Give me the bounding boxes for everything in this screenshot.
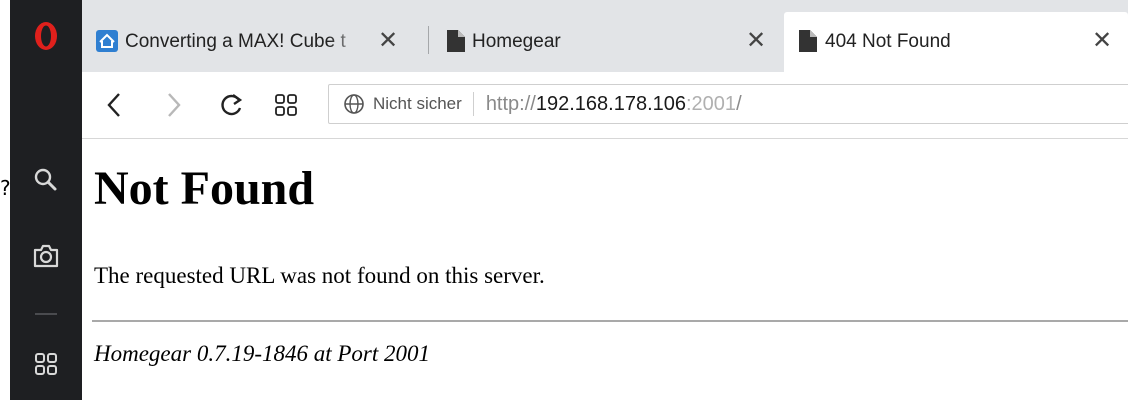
close-tab-icon[interactable]: ✕: [378, 26, 398, 54]
tabs-overview-icon[interactable]: [275, 94, 297, 121]
close-tab-icon[interactable]: ✕: [746, 26, 766, 54]
address-toolbar: Nicht sicher http://192.168.178.106:2001…: [82, 72, 1128, 139]
security-label[interactable]: Nicht sicher: [373, 94, 462, 114]
url-path: /: [736, 92, 742, 115]
horizontal-rule: [92, 320, 1128, 322]
browser-sidebar: [10, 0, 82, 400]
tab-separator: [428, 26, 429, 54]
url-host: 192.168.178.106: [535, 92, 686, 115]
speed-dial-icon[interactable]: [10, 344, 82, 384]
sidebar-divider: [10, 309, 82, 319]
server-signature: Homegear 0.7.19-1846 at Port 2001: [94, 341, 431, 366]
document-icon: [799, 30, 817, 57]
close-tab-icon[interactable]: ✕: [1092, 26, 1112, 54]
page-content: Not Found The requested URL was not foun…: [82, 139, 1128, 400]
opera-logo-icon[interactable]: [10, 16, 82, 56]
url-separator: [472, 92, 474, 116]
url-field[interactable]: Nicht sicher http://192.168.178.106:2001…: [328, 84, 1128, 124]
url-port: :2001: [686, 92, 737, 115]
page-heading: Not Found: [94, 162, 315, 215]
camera-icon[interactable]: [10, 236, 82, 276]
reload-button[interactable]: [218, 91, 244, 124]
tab-404-not-found[interactable]: 404 Not Found ✕: [784, 12, 1128, 72]
tab-converting-max-cube[interactable]: Converting a MAX! Cube t ✕: [92, 12, 426, 72]
url-text[interactable]: http://192.168.178.106:2001/: [486, 93, 742, 116]
tab-title: 404 Not Found: [825, 31, 951, 52]
tab-title: Homegear: [472, 31, 561, 52]
globe-icon[interactable]: [343, 93, 365, 115]
search-icon[interactable]: [10, 160, 82, 200]
document-icon: [447, 30, 465, 57]
error-message: The requested URL was not found on this …: [94, 263, 545, 288]
url-scheme: http://: [485, 92, 536, 115]
tab-homegear[interactable]: Homegear ✕: [442, 12, 772, 72]
forward-button[interactable]: [166, 92, 182, 123]
back-button[interactable]: [106, 92, 122, 123]
tab-bar: Converting a MAX! Cube t ✕ Homegear ✕ 40…: [82, 0, 1128, 72]
tab-title: Converting a MAX! Cube t: [125, 31, 346, 52]
home-app-icon: [96, 30, 118, 57]
